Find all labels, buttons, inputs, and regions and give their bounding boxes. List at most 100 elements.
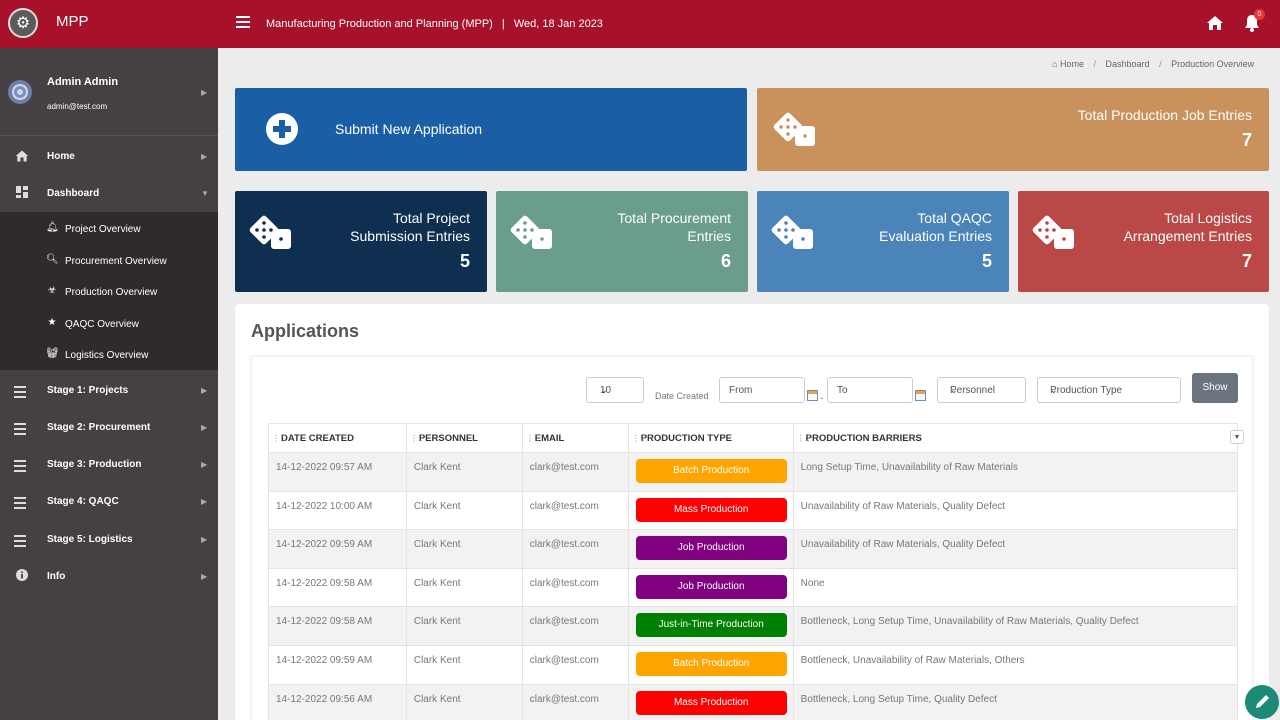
chevron-right-icon: ▶	[201, 572, 208, 581]
sidebar-item-stage-4[interactable]: Stage 4: QAQC ▶	[0, 484, 218, 520]
production-type-badge: Just-in-Time Production	[635, 613, 787, 638]
column-header[interactable]: ⋮⋮ PRODUCTION BARRIERS	[792, 423, 1239, 453]
date-cell: 14-12-2022 09:57 AM	[268, 452, 407, 492]
card-title: Total Logistics Arrangement Entries	[1124, 209, 1252, 245]
sidebar-item-stage-3[interactable]: Stage 3: Production ▶	[0, 447, 218, 483]
dashboard-submenu: 🔔︎ Project Overview 🔍︎ Procurement Overv…	[0, 212, 218, 370]
breadcrumb-dashboard[interactable]: Dashboard	[1106, 59, 1150, 69]
date-to-placeholder: To	[837, 385, 848, 396]
card-value: 7	[1241, 251, 1252, 271]
email-cell: clark@test.com	[521, 490, 629, 531]
table-row[interactable]: 14-12-2022 09:58 AM Clark Kent clark@tes…	[268, 606, 1239, 646]
submit-application-card[interactable]: Submit New Application	[235, 88, 747, 171]
chevron-down-icon: ⌄	[950, 385, 958, 395]
top-navbar: ⚙ MPP Manufacturing Production and Plann…	[0, 0, 1280, 48]
date-cell: 14-12-2022 09:58 AM	[268, 606, 407, 646]
user-name: Admin Admin	[47, 76, 119, 88]
type-cell: Job Production	[627, 567, 794, 608]
type-cell: Mass Production	[627, 683, 794, 720]
personnel-select[interactable]: Personnel ⌄	[937, 377, 1026, 403]
chevron-right-icon: ▶	[201, 497, 208, 506]
chevron-right-icon: ▶	[201, 535, 208, 544]
list-icon	[14, 423, 30, 439]
drag-handle-icon[interactable]: ⋮⋮	[632, 434, 648, 443]
table-row[interactable]: 14-12-2022 09:58 AM Clark Kent clark@tes…	[268, 567, 1239, 608]
subitem-project-overview[interactable]: 🔔︎ Project Overview	[0, 213, 218, 244]
table-row[interactable]: 14-12-2022 10:00 AM Clark Kent clark@tes…	[268, 490, 1239, 531]
production-type-badge: Batch Production	[635, 459, 787, 483]
sidebar-item-label: Stage 2: Procurement	[47, 422, 151, 433]
table-row[interactable]: 14-12-2022 09:57 AM Clark Kent clark@tes…	[268, 452, 1239, 492]
sidebar-item-home[interactable]: Home ▶	[0, 139, 218, 175]
dice-icon	[773, 112, 815, 146]
current-date: Wed, 18 Jan 2023	[513, 18, 603, 30]
barriers-cell: Bottleneck, Long Setup Time, Quality Def…	[792, 683, 1239, 720]
card-title-line: Arrangement Entries	[1123, 228, 1252, 244]
user-panel[interactable]: Admin Admin admin@test.com ▶	[0, 48, 218, 136]
column-header[interactable]: ⋮⋮ DATE CREATED	[268, 423, 407, 453]
production-type-badge: Mass Production	[635, 497, 787, 522]
calendar-icon[interactable]	[807, 390, 818, 401]
date-from-input[interactable]: From	[719, 377, 805, 403]
plus-circle-icon	[266, 113, 298, 145]
edit-fab-button[interactable]	[1245, 685, 1279, 719]
menu-toggle-icon[interactable]	[236, 16, 250, 28]
sidebar-item-label: Home	[47, 151, 75, 162]
sidebar-item-stage-2[interactable]: Stage 2: Procurement ▶	[0, 410, 218, 446]
drag-handle-icon[interactable]: ⋮⋮	[410, 434, 426, 443]
email-cell: clark@test.com	[521, 567, 629, 608]
production-type-select[interactable]: Production Type ⌄	[1037, 377, 1181, 403]
table-row[interactable]: 14-12-2022 09:56 AM Clark Kent clark@tes…	[268, 683, 1239, 720]
table-row[interactable]: 14-12-2022 09:59 AM Clark Kent clark@tes…	[268, 529, 1239, 569]
column-header[interactable]: ⋮⋮ EMAIL	[521, 423, 629, 453]
pencil-icon	[1256, 695, 1269, 708]
type-cell: Mass Production	[627, 490, 794, 531]
show-button[interactable]: Show	[1192, 373, 1238, 403]
calendar-icon[interactable]	[915, 390, 926, 401]
card-title-line: Total Procurement	[617, 210, 731, 226]
sidebar-item-info[interactable]: Info ▶	[0, 559, 218, 595]
dice-icon	[249, 215, 291, 249]
subitem-logistics-overview[interactable]: 🧺︎ Logistics Overview	[0, 339, 218, 370]
applications-panel: Applications 10 ⌄ Date Created From - To…	[235, 304, 1269, 720]
breadcrumb-separator: /	[1093, 59, 1096, 69]
brand[interactable]: ⚙ MPP	[0, 0, 218, 48]
home-icon	[14, 149, 30, 165]
breadcrumb-home[interactable]: Home	[1060, 59, 1084, 69]
date-from-placeholder: From	[729, 385, 753, 396]
card-title-line: Total Project	[392, 210, 470, 226]
column-header[interactable]: ⋮⋮ PRODUCTION TYPE	[627, 423, 794, 453]
personnel-cell: Clark Kent	[405, 644, 523, 685]
column-toggle-icon[interactable]: ▼	[1230, 430, 1244, 444]
column-header[interactable]: ⋮⋮ PERSONNEL	[405, 423, 523, 453]
email-cell: clark@test.com	[521, 529, 629, 569]
home-icon[interactable]	[1206, 14, 1224, 32]
sidebar-item-label: Stage 1: Projects	[47, 385, 129, 396]
page-size-select[interactable]: 10 ⌄	[586, 377, 644, 403]
type-cell: Batch Production	[627, 452, 794, 492]
subitem-qaqc-overview[interactable]: ★ QAQC Overview	[0, 308, 218, 339]
drag-handle-icon[interactable]: ⋮⋮	[797, 434, 813, 443]
list-icon	[14, 497, 30, 513]
card-title: Total Project Submission Entries	[350, 209, 470, 245]
sidebar-item-stage-5[interactable]: Stage 5: Logistics ▶	[0, 522, 218, 558]
sidebar-item-dashboard[interactable]: Dashboard ▼	[0, 176, 218, 212]
list-icon	[14, 386, 30, 402]
chevron-right-icon: ▶	[201, 460, 208, 469]
email-cell: clark@test.com	[521, 606, 629, 646]
subitem-procurement-overview[interactable]: 🔍︎ Procurement Overview	[0, 245, 218, 276]
sidebar-item-stage-1[interactable]: Stage 1: Projects ▶	[0, 373, 218, 409]
chevron-right-icon: ▶	[201, 88, 208, 97]
drag-handle-icon[interactable]: ⋮⋮	[272, 434, 288, 443]
table-row[interactable]: 14-12-2022 09:59 AM Clark Kent clark@tes…	[268, 644, 1239, 685]
personnel-cell: Clark Kent	[405, 606, 523, 646]
notification-badge: 0	[1254, 9, 1265, 20]
subitem-label: Production Overview	[65, 287, 158, 298]
date-to-input[interactable]: To	[827, 377, 913, 403]
subitem-label: Procurement Overview	[65, 256, 167, 267]
drag-handle-icon[interactable]: ⋮⋮	[526, 434, 542, 443]
info-icon	[14, 569, 30, 585]
subitem-production-overview[interactable]: ☣ Production Overview	[0, 276, 218, 307]
card-value: 5	[459, 251, 470, 271]
type-cell: Batch Production	[627, 644, 794, 685]
